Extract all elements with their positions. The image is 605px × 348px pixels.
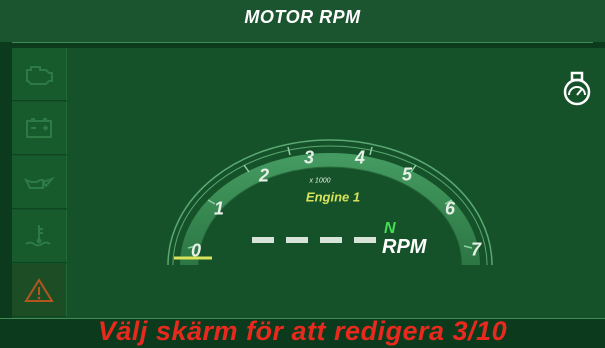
sidebar-item-engine[interactable] [12,48,67,101]
oil-can-icon [23,176,56,189]
title-divider [12,42,593,43]
engine-icon [26,66,53,85]
sidebar [12,48,68,318]
engine-status-icon [563,71,591,106]
tick-label-5: 5 [401,164,413,185]
tick-label-1: 1 [213,198,225,219]
tick-label-6: 6 [444,198,456,219]
engine-label: Engine 1 [305,189,361,205]
warning-icon [24,278,54,302]
page-title: MOTOR RPM [244,7,361,27]
battery-icon [26,118,52,138]
sidebar-item-oil[interactable] [12,156,67,209]
scale-multiplier-label: x 1000 [309,177,331,185]
tick-label-3: 3 [303,147,315,168]
title-bar: MOTOR RPM [0,0,605,42]
sidebar-item-battery[interactable] [12,102,67,155]
tick-label-4: 4 [354,147,366,168]
sidebar-item-warnings[interactable] [12,264,67,317]
tick-label-0: 0 [190,240,202,261]
coolant-temperature-icon [25,225,51,247]
rpm-value-placeholder [252,237,376,243]
sidebar-item-coolant[interactable] [12,210,67,263]
tick-label-7: 7 [470,239,482,260]
footer-message: Välj skärm för att redigera 3/10 [97,316,508,346]
tick-label-2: 2 [258,165,270,186]
rpm-unit-label: RPM [382,236,427,258]
